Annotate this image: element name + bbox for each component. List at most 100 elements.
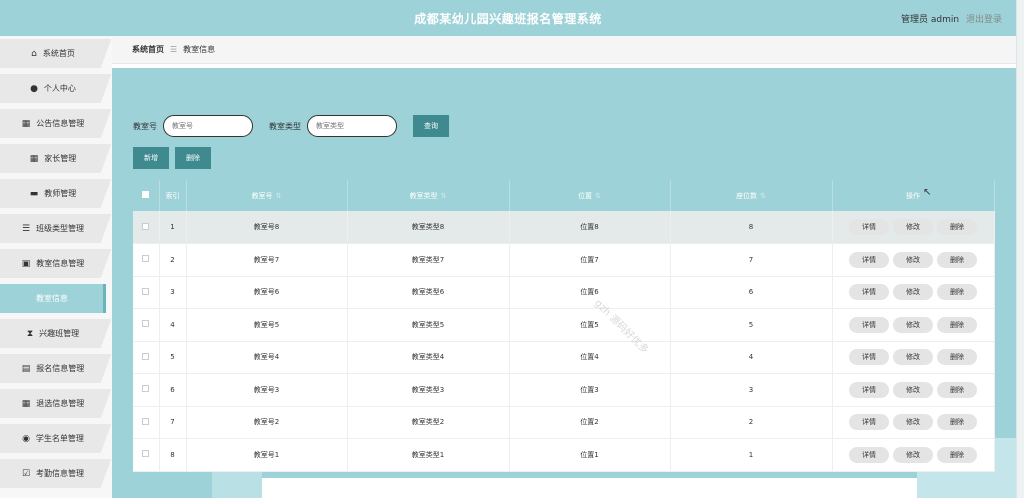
row-checkbox[interactable]: [133, 211, 160, 244]
column-header-seats[interactable]: 座位数 ⇅: [670, 180, 833, 211]
cell-room-no: 教室号5: [186, 308, 348, 342]
table-row[interactable]: 3 教室号6 教室类型6 位置6 6 详情 修改 删除: [133, 276, 995, 309]
sidebar-item-class-type[interactable]: ☰ 班级类型管理: [0, 211, 112, 246]
breadcrumb-home[interactable]: 系统首页: [132, 44, 164, 55]
cell-room-type: 教室类型1: [347, 438, 510, 472]
delete-button[interactable]: 删除: [937, 251, 977, 268]
sidebar-item-parents[interactable]: ▦ 家长管理: [0, 141, 112, 176]
delete-button[interactable]: 删除: [937, 381, 977, 398]
row-checkbox[interactable]: [133, 276, 160, 309]
row-checkbox[interactable]: [133, 406, 160, 439]
detail-button[interactable]: 详情: [849, 446, 889, 463]
delete-button[interactable]: 删除: [937, 316, 977, 333]
detail-button[interactable]: 详情: [849, 349, 889, 366]
room-type-input[interactable]: [307, 115, 397, 137]
cell-actions: 详情 修改 删除: [832, 373, 995, 407]
search-bar: 教室号 教室类型 查询: [133, 115, 449, 137]
logout-link[interactable]: 退出登录: [966, 15, 1002, 25]
sidebar-item-label: 学生名单管理: [35, 434, 84, 443]
sidebar-item-enrollment[interactable]: ▤ 报名信息管理: [0, 351, 112, 386]
edit-button[interactable]: 修改: [893, 219, 933, 235]
edit-button[interactable]: 修改: [893, 316, 933, 333]
sidebar-item-teachers[interactable]: ▬ 教师管理: [0, 176, 112, 211]
cell-room-no: 教室号8: [186, 211, 348, 244]
breadcrumb-separator-icon: ☰: [170, 45, 178, 54]
cell-index: 4: [159, 308, 187, 342]
sidebar-item-home[interactable]: ⌂ 系统首页: [0, 36, 112, 71]
edit-button[interactable]: 修改: [893, 414, 933, 431]
table-row[interactable]: 5 教室号4 教室类型4 位置4 4 详情 修改 删除: [133, 341, 995, 374]
edit-button[interactable]: 修改: [893, 349, 933, 366]
row-checkbox[interactable]: [133, 341, 160, 374]
decoration: [262, 478, 917, 498]
sort-icon[interactable]: ⇅: [276, 192, 282, 200]
cell-index: 7: [159, 406, 187, 439]
delete-button[interactable]: 删除: [937, 446, 977, 463]
sidebar-item-student-list[interactable]: ◉ 学生名单管理: [0, 421, 112, 456]
table-row[interactable]: 1 教室号8 教室类型8 位置8 8 详情 修改 删除: [133, 211, 995, 244]
query-button[interactable]: 查询: [413, 115, 449, 137]
sidebar-item-attendance[interactable]: ☑ 考勤信息管理: [0, 456, 112, 491]
sidebar-item-label: 退选信息管理: [36, 399, 85, 408]
table-row[interactable]: 4 教室号5 教室类型5 位置5 5 详情 修改 删除: [133, 308, 995, 342]
cell-index: 8: [159, 438, 187, 472]
add-button[interactable]: 新增: [133, 147, 169, 169]
edit-button[interactable]: 修改: [893, 284, 933, 301]
cell-seats: 6: [670, 276, 833, 309]
edit-button[interactable]: 修改: [893, 251, 933, 268]
sort-icon[interactable]: ⇅: [595, 192, 601, 200]
row-checkbox[interactable]: [133, 373, 160, 407]
table-row[interactable]: 7 教室号2 教室类型2 位置2 2 详情 修改 删除: [133, 406, 995, 439]
sidebar-subitem-classroom-info[interactable]: 教室信息: [0, 281, 112, 316]
table-row[interactable]: 6 教室号3 教室类型3 位置3 3 详情 修改 删除: [133, 373, 995, 407]
detail-button[interactable]: 详情: [849, 414, 889, 431]
cell-actions: 详情 修改 删除: [832, 243, 995, 277]
detail-button[interactable]: 详情: [849, 251, 889, 268]
detail-button[interactable]: 详情: [849, 219, 889, 235]
delete-button[interactable]: 删除: [937, 219, 977, 235]
batch-delete-button[interactable]: 删除: [175, 147, 211, 169]
cell-actions: 详情 修改 删除: [832, 438, 995, 472]
header-label: 教室类型: [409, 191, 438, 200]
sidebar-item-interest-class[interactable]: ⧗ 兴趣班管理: [0, 316, 112, 351]
room-no-input[interactable]: [163, 115, 253, 137]
sidebar-item-label: 家长管理: [44, 154, 77, 163]
row-checkbox[interactable]: [133, 438, 160, 472]
sidebar-item-label: 教室信息管理: [36, 259, 85, 268]
detail-button[interactable]: 详情: [849, 316, 889, 333]
row-checkbox[interactable]: [133, 243, 160, 277]
table-row[interactable]: 8 教室号1 教室类型1 位置1 1 详情 修改 删除: [133, 438, 995, 472]
cell-location: 位置5: [509, 308, 671, 342]
cell-room-no: 教室号7: [186, 243, 348, 277]
delete-button[interactable]: 删除: [937, 414, 977, 431]
checkbox-icon: ☑: [21, 468, 31, 479]
cell-room-no: 教室号2: [186, 406, 348, 439]
column-header-location[interactable]: 位置 ⇅: [509, 180, 671, 211]
header-label: 座位数: [736, 191, 758, 200]
row-checkbox[interactable]: [133, 308, 160, 342]
sort-icon[interactable]: ⇅: [760, 192, 766, 200]
table-row[interactable]: 2 教室号7 教室类型7 位置7 7 详情 修改 删除: [133, 243, 995, 277]
sidebar-item-personal[interactable]: ● 个人中心: [0, 71, 112, 106]
delete-button[interactable]: 删除: [937, 284, 977, 301]
column-header-room-type[interactable]: 教室类型 ⇅: [347, 180, 510, 211]
sidebar-item-label: 教室信息: [36, 294, 68, 303]
select-all-checkbox[interactable]: [133, 180, 160, 211]
edit-button[interactable]: 修改: [893, 446, 933, 463]
edit-button[interactable]: 修改: [893, 381, 933, 398]
sidebar-item-withdraw[interactable]: ▦ 退选信息管理: [0, 386, 112, 421]
cell-room-no: 教室号6: [186, 276, 348, 309]
sidebar-item-classroom-mgmt[interactable]: ▣ 教室信息管理: [0, 246, 112, 281]
detail-button[interactable]: 详情: [849, 284, 889, 301]
column-header-room-no[interactable]: 教室号 ⇅: [186, 180, 348, 211]
sidebar-item-notice[interactable]: ▦ 公告信息管理: [0, 106, 112, 141]
delete-button[interactable]: 删除: [937, 349, 977, 366]
cell-location: 位置6: [509, 276, 671, 309]
cell-actions: 详情 修改 删除: [832, 341, 995, 374]
grid-icon: ▦: [21, 118, 31, 129]
cell-seats: 7: [670, 243, 833, 277]
page-scrollbar[interactable]: [1016, 0, 1024, 498]
sliders-icon: ☰: [21, 223, 31, 234]
sort-icon[interactable]: ⇅: [441, 192, 447, 200]
detail-button[interactable]: 详情: [849, 381, 889, 398]
